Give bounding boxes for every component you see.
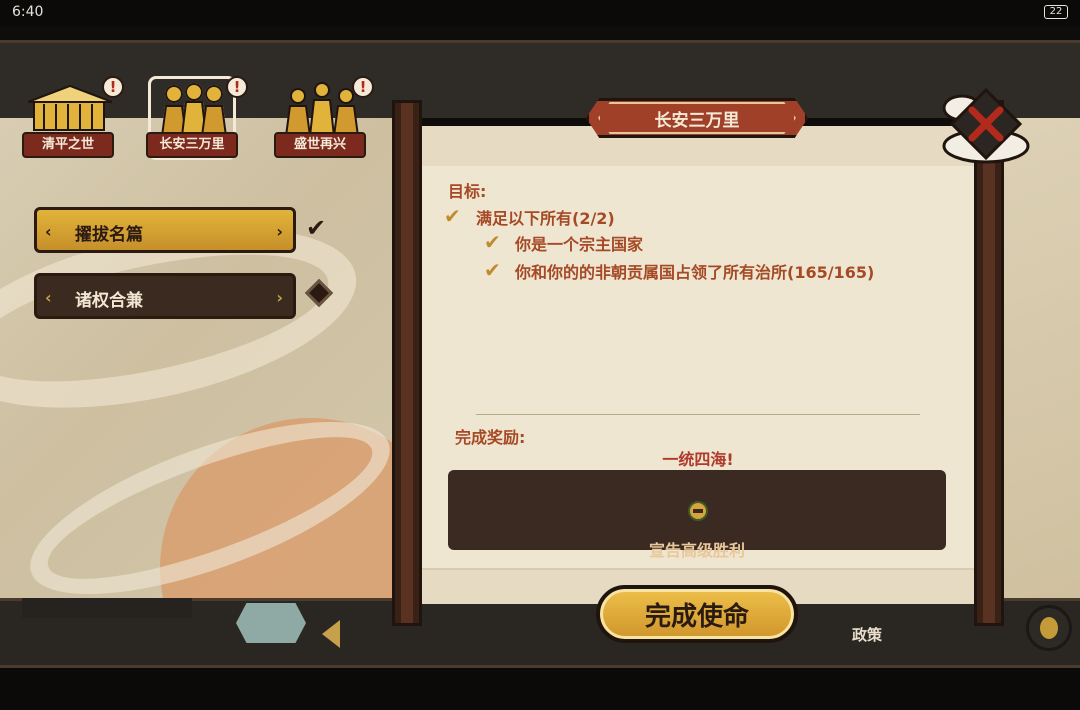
tab-alert-badge: ! <box>102 76 124 98</box>
map-backdrop <box>996 118 1080 598</box>
policy-label: 政策 <box>852 626 883 644</box>
arrow-left-icon[interactable] <box>322 620 340 648</box>
check-icon: ✔ <box>484 230 501 254</box>
tab-label: 清平之世 <box>22 132 114 158</box>
reward-text: 宣告高级胜利 <box>648 541 745 560</box>
objective-item: 满足以下所有(2/2) <box>476 209 615 228</box>
status-time: 6:40 <box>12 4 44 20</box>
check-icon: ✔ <box>484 258 501 282</box>
completed-check-icon: ✔ <box>306 214 327 242</box>
battery-icon: 22 <box>1044 5 1068 19</box>
palace-icon <box>28 84 112 131</box>
right-pillar <box>974 100 1004 626</box>
bottom-bar <box>0 668 1080 710</box>
tab-alert-badge: ! <box>226 76 248 98</box>
tab-alert-badge: ! <box>352 76 374 98</box>
status-bar: 6:40 22 <box>0 0 1080 26</box>
chevron-left-icon: ‹ <box>45 222 52 241</box>
tab-changan[interactable]: ! 长安三万里 <box>146 70 248 160</box>
left-pillar <box>392 100 422 626</box>
tab-shengshizaixing[interactable]: ! 盛世再兴 <box>274 70 374 160</box>
reward-title: 一统四海! <box>662 450 734 469</box>
tab-label: 长安三万里 <box>146 132 238 158</box>
objective-item: 你和你的的非朝贡属国占领了所有治所(165/165) <box>515 263 875 282</box>
divider <box>476 414 920 415</box>
mission-label: 诸权合兼 <box>75 291 143 311</box>
victory-token-icon <box>688 501 708 521</box>
chevron-left-icon: ‹ <box>45 288 52 307</box>
objective-item: 你是一个宗主国家 <box>515 235 644 254</box>
map-thumbnail[interactable] <box>236 603 306 643</box>
check-icon: ✔ <box>444 204 461 228</box>
reward-label: 完成奖励: <box>455 428 526 447</box>
treasury-button[interactable] <box>1026 605 1072 651</box>
mission-label: 擢拔名篇 <box>75 225 143 245</box>
bottom-hint-text <box>22 598 192 618</box>
officials-icon <box>160 83 228 136</box>
tab-label: 盛世再兴 <box>274 132 366 158</box>
complete-mission-label: 完成使命 <box>644 602 749 632</box>
chevron-right-icon: › <box>276 222 283 241</box>
objective-label: 目标: <box>448 182 487 201</box>
dialog-title: 长安三万里 <box>654 111 740 131</box>
mission-panel-background <box>0 118 392 598</box>
tab-qingpingzhishi[interactable]: ! 清平之世 <box>22 70 124 160</box>
mission-item-zhuobamingpian[interactable]: ‹ 擢拔名篇 › <box>34 207 296 253</box>
close-button[interactable] <box>940 84 1034 172</box>
chevron-right-icon: › <box>276 288 283 307</box>
mission-item-zhuquanhejian[interactable]: ‹ 诸权合兼 › <box>34 273 296 319</box>
